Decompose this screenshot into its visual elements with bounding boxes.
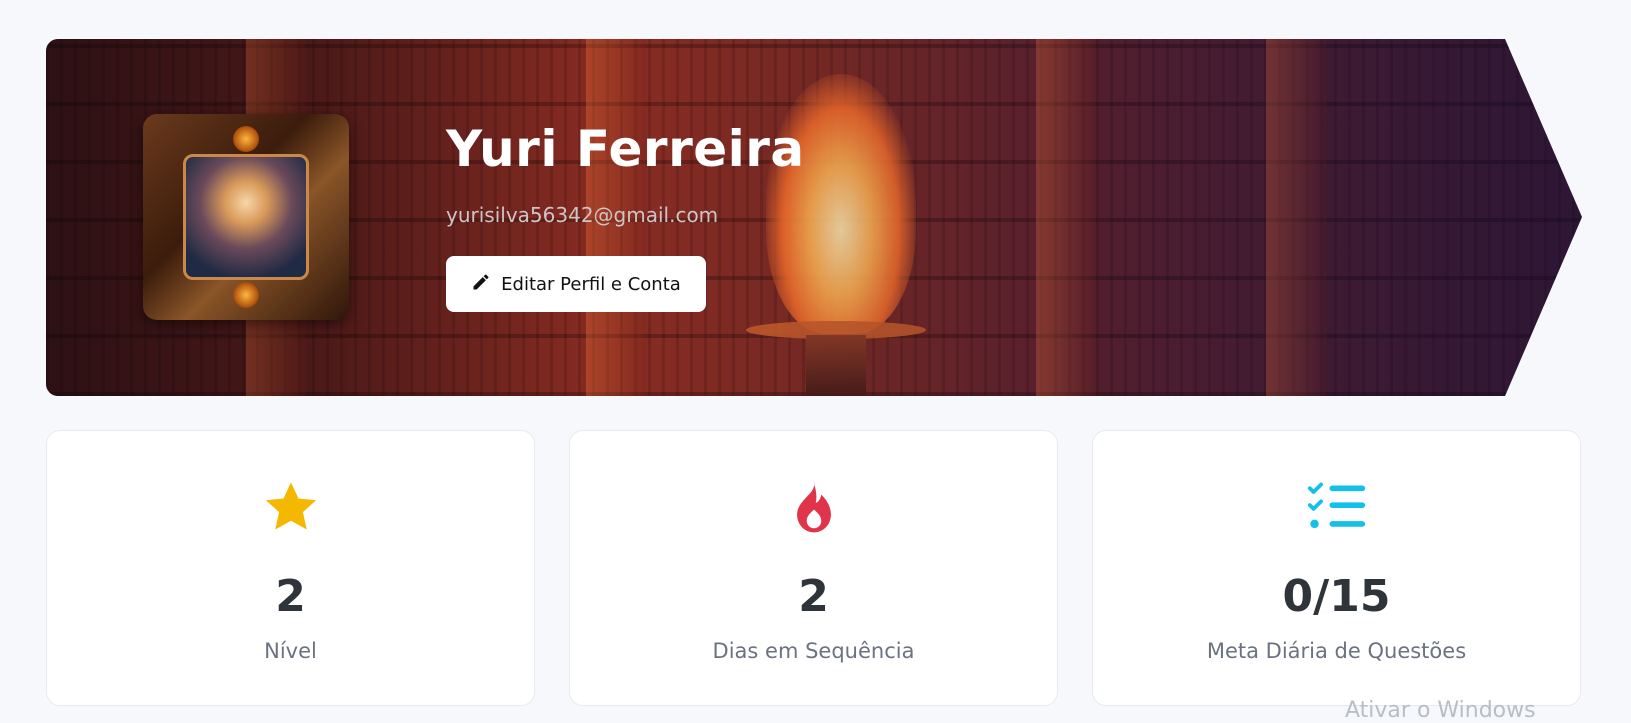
stat-card-daily-goal: 0/15 Meta Diária de Questões xyxy=(1092,430,1581,706)
stat-value: 0/15 xyxy=(1282,571,1391,622)
checklist-icon xyxy=(1305,475,1369,539)
frame-gem-bottom xyxy=(233,282,259,308)
frame-gem-top xyxy=(233,126,259,152)
windows-activation-watermark: Ativar o Windows xyxy=(1345,698,1536,723)
profile-name: Yuri Ferreira xyxy=(446,120,805,178)
stat-value: 2 xyxy=(798,571,829,622)
stat-card-level: 2 Nível xyxy=(46,430,535,706)
profile-email: yurisilva56342@gmail.com xyxy=(446,203,719,227)
fire-icon xyxy=(782,475,846,539)
stat-label: Meta Diária de Questões xyxy=(1206,639,1467,663)
edit-profile-label: Editar Perfil e Conta xyxy=(501,273,681,295)
pencil-icon xyxy=(471,272,491,297)
stat-label: Dias em Sequência xyxy=(712,639,915,663)
star-icon xyxy=(259,475,323,539)
stat-label: Nível xyxy=(264,639,317,663)
stat-value: 2 xyxy=(275,571,306,622)
avatar-portrait xyxy=(183,154,309,280)
stat-card-streak: 2 Dias em Sequência xyxy=(569,430,1058,706)
avatar[interactable] xyxy=(143,114,349,320)
edit-profile-button[interactable]: Editar Perfil e Conta xyxy=(446,256,706,312)
